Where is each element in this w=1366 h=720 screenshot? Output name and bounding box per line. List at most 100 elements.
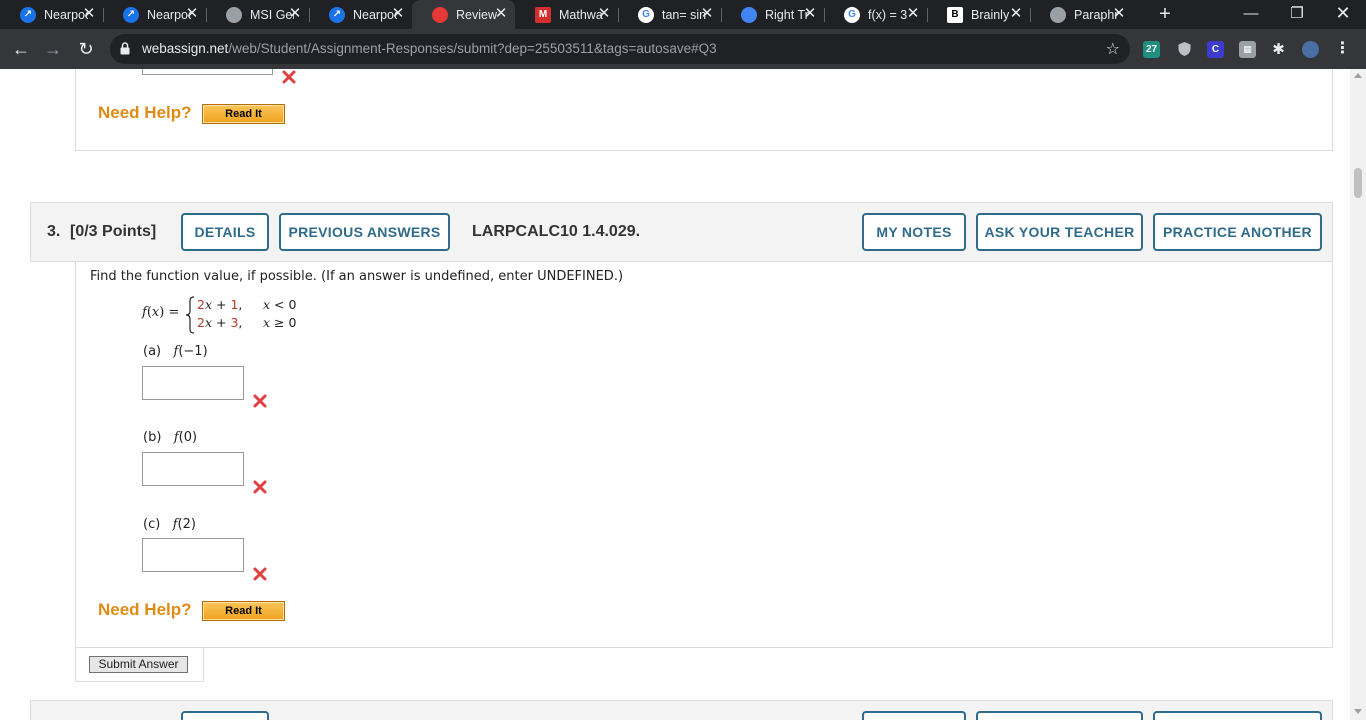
submit-answer-button[interactable]: Submit Answer (89, 656, 188, 673)
url-path: /web/Student/Assignment-Responses/submit… (228, 41, 717, 56)
close-tab-icon[interactable]: ✕ (1111, 6, 1127, 22)
read-it-button[interactable]: Read It (202, 104, 285, 124)
msi-icon (226, 6, 242, 23)
reload-icon[interactable]: ↻ (75, 38, 97, 60)
case2-condition: x ≥ 0 (263, 315, 297, 330)
close-window-button[interactable]: ✕ (1320, 0, 1366, 29)
part-c-answer-input[interactable] (142, 538, 244, 572)
practice-another-button[interactable]: PRACTICE ANOTHER (1153, 213, 1322, 251)
scroll-up-arrow[interactable] (1354, 73, 1362, 78)
grid-extension-icon[interactable]: ▦ (1239, 41, 1256, 58)
part-b-expr: f(0) (173, 430, 198, 445)
tab-separator (824, 8, 825, 22)
case1-comma: , (238, 297, 243, 312)
close-tab-icon[interactable]: ✕ (287, 6, 303, 22)
case2-comma: , (238, 315, 243, 330)
browser-tab[interactable]: Gtan= sin ✕ (618, 0, 721, 29)
nearpod-icon: ↗ (123, 6, 139, 23)
part-a-letter: (a) (143, 344, 162, 359)
part-b-answer-input[interactable] (142, 452, 244, 486)
close-tab-icon[interactable]: ✕ (596, 6, 612, 22)
part-b-letter: (b) (143, 430, 162, 445)
case2-coef: 2 (197, 315, 205, 330)
shield-extension-icon[interactable] (1176, 41, 1193, 58)
ask-your-teacher-button[interactable] (976, 711, 1143, 720)
browser-tab[interactable]: MSI Gen✕ (206, 0, 309, 29)
math-icon (741, 6, 757, 23)
browser-tab[interactable]: Paraphr ✕ (1030, 0, 1133, 29)
browser-tab[interactable]: ↗ Nearpod ✕ (0, 0, 103, 29)
details-button[interactable]: DETAILS (181, 213, 269, 251)
forward-icon[interactable]: → (42, 38, 64, 60)
need-help-label: Need Help? (98, 600, 192, 619)
part-c-label: (c) f(2) (143, 517, 196, 532)
read-it-button[interactable]: Read It (202, 601, 285, 621)
close-tab-icon[interactable]: ✕ (390, 6, 406, 22)
function-case-2: 2x + 3, x ≥ 0 (197, 315, 296, 330)
browser-tab[interactable]: Review ✕ (412, 0, 515, 29)
puzzle-extensions-icon[interactable]: ✱ (1270, 41, 1287, 58)
tab-separator (927, 8, 928, 22)
google-icon: G (638, 6, 654, 23)
case1-var: x (204, 297, 213, 312)
bookmark-star-icon[interactable]: ☆ (1106, 39, 1120, 59)
browser-tab[interactable]: ↗ Nearpod ✕ (309, 0, 412, 29)
new-tab-button[interactable]: + (1154, 3, 1176, 25)
quill-icon (1050, 6, 1066, 23)
tab-separator (721, 8, 722, 22)
minimize-button[interactable]: — (1228, 0, 1274, 29)
address-bar[interactable]: webassign.net/web/Student/Assignment-Res… (110, 34, 1130, 64)
case2-op: + (212, 315, 231, 330)
tab-separator (309, 8, 310, 22)
close-tab-icon[interactable]: ✕ (802, 6, 818, 22)
close-tab-icon[interactable]: ✕ (81, 6, 97, 22)
close-tab-icon[interactable]: ✕ (905, 6, 921, 22)
back-icon[interactable]: ← (10, 38, 32, 60)
case1-op: + (212, 297, 231, 312)
previous-answer-input[interactable] (142, 69, 273, 75)
close-tab-icon[interactable]: ✕ (493, 6, 509, 22)
question-number: 3. (47, 223, 61, 240)
function-lhs: f(x) = (142, 305, 180, 320)
part-a-answer-input[interactable] (142, 366, 244, 400)
webassign-page: Need Help? Read It 3. [0/3 Points] DETAI… (0, 69, 1350, 720)
tab-separator (618, 8, 619, 22)
extension-badge-icon[interactable]: 27 (1143, 41, 1160, 58)
question-prompt: Find the function value, if possible. (I… (90, 269, 624, 284)
my-notes-button[interactable] (862, 711, 966, 720)
case1-coef: 2 (197, 297, 205, 312)
browser-tab[interactable]: Right Tri ✕ (721, 0, 824, 29)
scroll-down-arrow[interactable] (1354, 709, 1362, 714)
close-tab-icon[interactable]: ✕ (184, 6, 200, 22)
part-b-label: (b) f(0) (143, 430, 197, 445)
close-tab-icon[interactable]: ✕ (1008, 6, 1024, 22)
function-case-1: 2x + 1, x < 0 (197, 297, 296, 312)
left-brace (185, 296, 195, 334)
lock-icon (120, 42, 130, 55)
practice-another-button[interactable] (1153, 711, 1322, 720)
browser-tab[interactable]: Gf(x) = 3 ✕ (824, 0, 927, 29)
browser-tab[interactable]: ↗ Nearpod ✕ (103, 0, 206, 29)
browser-tab[interactable]: B Brainly ✕ (927, 0, 1030, 29)
next-question-header (30, 700, 1333, 720)
case1-condition: x < 0 (263, 297, 297, 312)
profile-avatar[interactable] (1302, 41, 1319, 58)
nearpod-icon: ↗ (20, 6, 36, 23)
question-points: [0/3 Points] (70, 223, 157, 240)
ask-your-teacher-button[interactable]: ASK YOUR TEACHER (976, 213, 1143, 251)
question-header: 3. [0/3 Points] DETAILS PREVIOUS ANSWERS… (30, 202, 1333, 262)
tab-separator (1030, 8, 1031, 22)
my-notes-button[interactable]: MY NOTES (862, 213, 966, 251)
restore-button[interactable]: ❐ (1274, 0, 1320, 29)
scrollbar-thumb[interactable] (1354, 168, 1362, 198)
browser-tab[interactable]: MMathway✕ (515, 0, 618, 29)
page-scrollbar[interactable] (1350, 69, 1366, 720)
menu-kebab-icon[interactable]: ⋮ (1334, 41, 1351, 58)
brainly-icon: B (947, 6, 963, 23)
previous-answers-button[interactable]: PREVIOUS ANSWERS (279, 213, 450, 251)
details-button[interactable] (181, 711, 269, 720)
c-extension-icon[interactable]: C (1207, 41, 1224, 58)
browser-toolbar: ← → ↻ webassign.net/web/Student/Assignme… (0, 29, 1366, 69)
incorrect-x-icon (282, 70, 296, 84)
close-tab-icon[interactable]: ✕ (699, 6, 715, 22)
